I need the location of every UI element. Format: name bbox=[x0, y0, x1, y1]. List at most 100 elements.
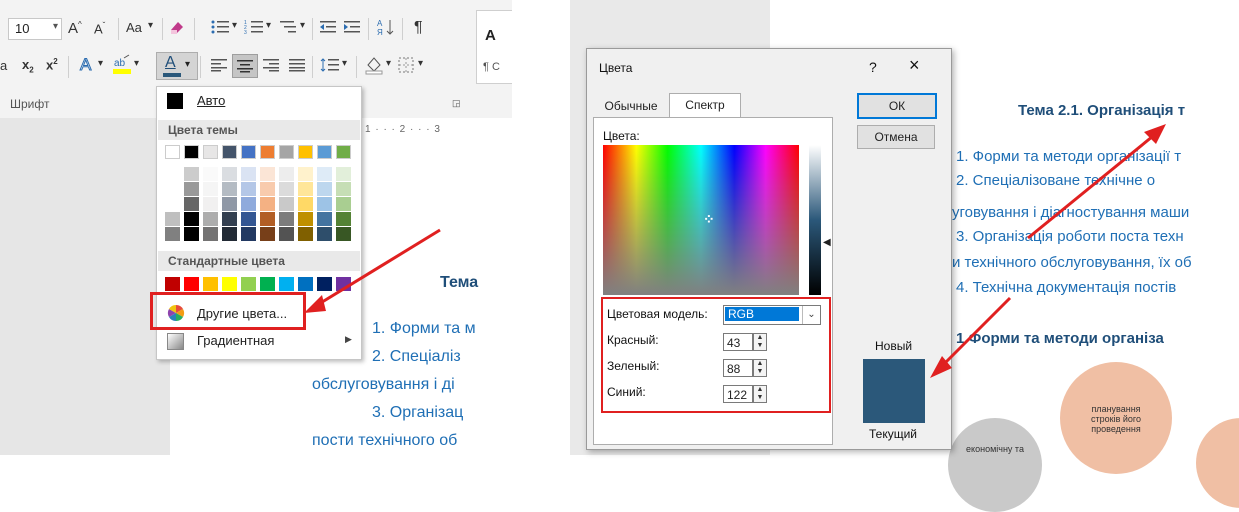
theme-color-swatch[interactable] bbox=[279, 197, 294, 211]
theme-color-swatch[interactable] bbox=[203, 227, 218, 241]
help-icon[interactable]: ? bbox=[869, 59, 877, 75]
dialog-launcher-icon[interactable]: ◲ bbox=[452, 98, 461, 109]
tab-standard[interactable]: Обычные bbox=[593, 95, 669, 117]
standard-color-swatch[interactable] bbox=[203, 277, 218, 291]
grow-font-icon[interactable]: A^ bbox=[68, 20, 82, 37]
menu-item-automatic[interactable]: Авто bbox=[157, 89, 361, 113]
theme-color-swatch[interactable] bbox=[336, 167, 351, 181]
theme-color-swatch[interactable] bbox=[317, 167, 332, 181]
theme-color-swatch[interactable] bbox=[298, 197, 313, 211]
theme-color-swatch[interactable] bbox=[260, 167, 275, 181]
theme-color-swatch[interactable] bbox=[336, 145, 351, 159]
theme-color-swatch[interactable] bbox=[241, 227, 256, 241]
theme-color-swatch[interactable] bbox=[241, 167, 256, 181]
superscript-icon[interactable]: x2 bbox=[46, 57, 58, 72]
borders-icon[interactable] bbox=[398, 57, 414, 73]
theme-color-swatch[interactable] bbox=[317, 145, 332, 159]
sort-icon[interactable]: AЯ bbox=[376, 17, 396, 37]
change-case-button[interactable]: Aa bbox=[126, 20, 142, 35]
numbering-icon[interactable]: 123 bbox=[244, 19, 264, 35]
theme-color-swatch[interactable] bbox=[222, 197, 237, 211]
justify-icon[interactable] bbox=[288, 58, 306, 72]
standard-color-swatch[interactable] bbox=[222, 277, 237, 291]
styles-gallery[interactable]: А ¶ С bbox=[476, 10, 512, 84]
bullets-icon[interactable] bbox=[210, 19, 230, 35]
theme-color-swatch[interactable] bbox=[203, 212, 218, 226]
align-center-button[interactable] bbox=[232, 54, 258, 78]
standard-color-swatch[interactable] bbox=[165, 277, 180, 291]
theme-color-swatch[interactable] bbox=[184, 145, 199, 159]
theme-color-swatch[interactable] bbox=[203, 145, 218, 159]
theme-color-swatch[interactable] bbox=[203, 182, 218, 196]
theme-color-swatch[interactable] bbox=[203, 167, 218, 181]
theme-color-swatch[interactable] bbox=[241, 145, 256, 159]
chevron-down-icon[interactable]: ▾ bbox=[342, 58, 347, 69]
decrease-indent-icon[interactable] bbox=[318, 19, 338, 35]
theme-color-swatch[interactable] bbox=[241, 212, 256, 226]
theme-color-swatch[interactable] bbox=[222, 227, 237, 241]
font-color-button[interactable]: A ▾ bbox=[156, 52, 198, 80]
theme-color-swatch[interactable] bbox=[336, 212, 351, 226]
standard-color-swatch[interactable] bbox=[241, 277, 256, 291]
cancel-button[interactable]: Отмена bbox=[857, 125, 935, 149]
luminance-pointer-icon[interactable]: ◀ bbox=[823, 237, 831, 248]
theme-color-swatch[interactable] bbox=[298, 212, 313, 226]
tab-custom[interactable]: Спектр bbox=[669, 93, 741, 118]
chevron-down-icon[interactable]: ▾ bbox=[300, 20, 305, 31]
show-formatting-marks-icon[interactable]: ¶ bbox=[414, 19, 423, 37]
theme-color-swatch[interactable] bbox=[165, 212, 180, 226]
luminance-slider[interactable] bbox=[809, 145, 821, 295]
theme-color-swatch[interactable] bbox=[336, 197, 351, 211]
subscript-icon[interactable]: x2 bbox=[22, 57, 34, 75]
align-right-icon[interactable] bbox=[262, 58, 280, 72]
theme-color-swatch[interactable] bbox=[241, 197, 256, 211]
theme-color-swatch[interactable] bbox=[260, 212, 275, 226]
font-size-combobox[interactable]: 10 ▾ bbox=[8, 18, 62, 40]
align-left-icon[interactable] bbox=[210, 58, 228, 72]
theme-color-swatch[interactable] bbox=[222, 212, 237, 226]
theme-color-swatch[interactable] bbox=[222, 182, 237, 196]
chevron-down-icon[interactable]: ▾ bbox=[134, 58, 139, 69]
theme-color-swatch[interactable] bbox=[184, 212, 199, 226]
theme-color-swatch[interactable] bbox=[317, 212, 332, 226]
standard-color-swatch[interactable] bbox=[260, 277, 275, 291]
ok-button[interactable]: ОК bbox=[857, 93, 937, 119]
multilevel-list-icon[interactable] bbox=[278, 19, 298, 35]
theme-color-swatch[interactable] bbox=[317, 197, 332, 211]
theme-color-swatch[interactable] bbox=[279, 212, 294, 226]
theme-color-swatch[interactable] bbox=[165, 145, 180, 159]
clear-formatting-icon[interactable] bbox=[168, 18, 186, 36]
theme-color-swatch[interactable] bbox=[222, 145, 237, 159]
theme-color-swatch[interactable] bbox=[317, 182, 332, 196]
theme-color-swatch[interactable] bbox=[165, 197, 180, 211]
theme-color-swatch[interactable] bbox=[165, 182, 180, 196]
theme-color-swatch[interactable] bbox=[298, 145, 313, 159]
theme-color-swatch[interactable] bbox=[298, 182, 313, 196]
menu-item-gradient[interactable]: Градиентная ▶ bbox=[157, 329, 361, 353]
chevron-down-icon[interactable]: ▾ bbox=[266, 20, 271, 31]
highlight-color-icon[interactable]: ab bbox=[112, 54, 132, 76]
theme-color-swatch[interactable] bbox=[279, 182, 294, 196]
theme-color-swatch[interactable] bbox=[241, 182, 256, 196]
strikethrough-fragment-icon[interactable]: a bbox=[0, 58, 7, 73]
theme-color-swatch[interactable] bbox=[279, 167, 294, 181]
text-effects-icon[interactable]: A bbox=[79, 55, 91, 75]
theme-color-swatch[interactable] bbox=[165, 227, 180, 241]
theme-color-swatch[interactable] bbox=[222, 167, 237, 181]
theme-color-swatch[interactable] bbox=[279, 145, 294, 159]
theme-color-swatch[interactable] bbox=[184, 182, 199, 196]
shrink-font-icon[interactable]: Aˇ bbox=[94, 21, 105, 36]
close-icon[interactable]: × bbox=[909, 55, 920, 76]
theme-color-swatch[interactable] bbox=[260, 182, 275, 196]
theme-color-swatch[interactable] bbox=[298, 167, 313, 181]
chevron-down-icon[interactable]: ▾ bbox=[148, 20, 153, 31]
chevron-down-icon[interactable]: ▾ bbox=[386, 58, 391, 69]
line-spacing-icon[interactable] bbox=[320, 57, 340, 73]
theme-color-swatch[interactable] bbox=[260, 145, 275, 159]
theme-color-swatch[interactable] bbox=[260, 197, 275, 211]
increase-indent-icon[interactable] bbox=[342, 19, 362, 35]
theme-color-swatch[interactable] bbox=[260, 227, 275, 241]
theme-color-swatch[interactable] bbox=[203, 197, 218, 211]
chevron-down-icon[interactable]: ▾ bbox=[418, 58, 423, 69]
theme-color-swatch[interactable] bbox=[184, 197, 199, 211]
